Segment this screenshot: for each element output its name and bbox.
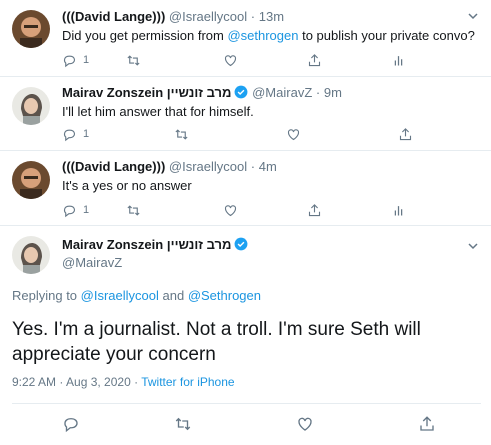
like-button[interactable]: [223, 202, 307, 218]
reply-button[interactable]: 1: [62, 126, 174, 142]
like-icon: [286, 127, 301, 142]
reply-count: 1: [83, 128, 90, 140]
author-handle[interactable]: @Israellycool: [169, 159, 247, 174]
reply-button[interactable]: 1: [62, 202, 126, 218]
share-icon: [307, 53, 322, 68]
share-icon: [307, 203, 322, 218]
verified-icon: [234, 237, 248, 251]
like-button[interactable]: [223, 52, 307, 68]
like-icon: [223, 53, 238, 68]
timestamp[interactable]: 9:22 AM · Aug 3, 2020 ·: [12, 375, 141, 389]
text-line: Yes. I'm a journalist. Not a troll. I'm …: [12, 319, 421, 340]
tweet-3[interactable]: (((David Lange))) @Israellycool · 4m It'…: [0, 151, 491, 225]
replying-to: Replying to @Israellycool and @Sethrogen: [12, 288, 261, 303]
share-icon: [418, 415, 436, 433]
analytics-icon: [391, 203, 406, 218]
verified-icon: [234, 85, 248, 99]
chevron-down-icon[interactable]: [467, 240, 479, 252]
avatar[interactable]: [12, 236, 50, 274]
avatar[interactable]: [12, 87, 50, 125]
author-name[interactable]: Mairav Zonszein מרב זונשיין: [62, 85, 231, 100]
text-part: to publish your private convo?: [298, 28, 475, 43]
author-name[interactable]: (((David Lange))): [62, 9, 165, 24]
separator: ·: [250, 159, 256, 174]
retweet-button[interactable]: [174, 416, 296, 432]
chevron-down-icon[interactable]: [467, 10, 479, 22]
retweet-icon: [126, 53, 141, 68]
tweet-text: I'll let him answer that for himself.: [62, 104, 254, 119]
share-button[interactable]: [398, 126, 413, 142]
author-name[interactable]: (((David Lange))): [62, 159, 165, 174]
tweet-2[interactable]: Mairav Zonszein מרב זונשיין @MairavZ · 9…: [0, 77, 491, 150]
replying-prefix: Replying to: [12, 288, 81, 303]
author-name[interactable]: Mairav Zonszein מרב זונשיין: [62, 237, 231, 252]
main-tweet: Mairav Zonszein מרב זונשיין @MairavZ Rep…: [0, 226, 491, 445]
avatar[interactable]: [12, 161, 50, 199]
share-button[interactable]: [418, 416, 436, 432]
author-handle[interactable]: @MairavZ: [62, 255, 122, 270]
analytics-button[interactable]: [391, 52, 406, 68]
avatar[interactable]: [12, 10, 50, 48]
tweet-text: It's a yes or no answer: [62, 178, 192, 193]
text-line: appreciate your concern: [12, 344, 216, 365]
divider: [12, 403, 481, 404]
separator: ·: [250, 9, 256, 24]
reply-icon: [62, 53, 77, 68]
tweet-text: Did you get permission from @sethrogen t…: [62, 28, 475, 43]
like-button[interactable]: [286, 126, 398, 142]
retweet-icon: [174, 415, 192, 433]
mention-link[interactable]: @Sethrogen: [188, 288, 261, 303]
reply-icon: [62, 203, 77, 218]
reply-icon: [62, 127, 77, 142]
author-handle[interactable]: @MairavZ: [252, 85, 312, 100]
timestamp-line: 9:22 AM · Aug 3, 2020 · Twitter for iPho…: [12, 375, 235, 389]
reply-count: 1: [83, 204, 90, 216]
main-tweet-text: Yes. I'm a journalist. Not a troll. I'm …: [12, 317, 421, 367]
like-icon: [223, 203, 238, 218]
like-icon: [296, 415, 314, 433]
retweet-icon: [174, 127, 189, 142]
retweet-button[interactable]: [126, 52, 223, 68]
like-button[interactable]: [296, 416, 418, 432]
tweet-1[interactable]: (((David Lange))) @Israellycool · 13m Di…: [0, 0, 491, 76]
author-handle[interactable]: @Israellycool: [169, 9, 247, 24]
analytics-icon: [391, 53, 406, 68]
retweet-icon: [126, 203, 141, 218]
reply-count: 1: [83, 54, 90, 66]
share-button[interactable]: [307, 52, 391, 68]
replying-and: and: [158, 288, 188, 303]
retweet-button[interactable]: [174, 126, 286, 142]
analytics-button[interactable]: [391, 202, 406, 218]
reply-icon: [62, 415, 80, 433]
share-button[interactable]: [307, 202, 391, 218]
mention-link[interactable]: @Israellycool: [81, 288, 159, 303]
tweet-time[interactable]: 4m: [259, 159, 277, 174]
tweet-time[interactable]: 13m: [259, 9, 284, 24]
retweet-button[interactable]: [126, 202, 223, 218]
reply-button[interactable]: [62, 416, 174, 432]
tweet-time[interactable]: 9m: [324, 85, 342, 100]
separator: ·: [315, 85, 321, 100]
source-link[interactable]: Twitter for iPhone: [141, 375, 234, 389]
reply-button[interactable]: 1: [62, 52, 126, 68]
mention-link[interactable]: @sethrogen: [227, 28, 298, 43]
text-part: Did you get permission from: [62, 28, 228, 43]
share-icon: [398, 127, 413, 142]
